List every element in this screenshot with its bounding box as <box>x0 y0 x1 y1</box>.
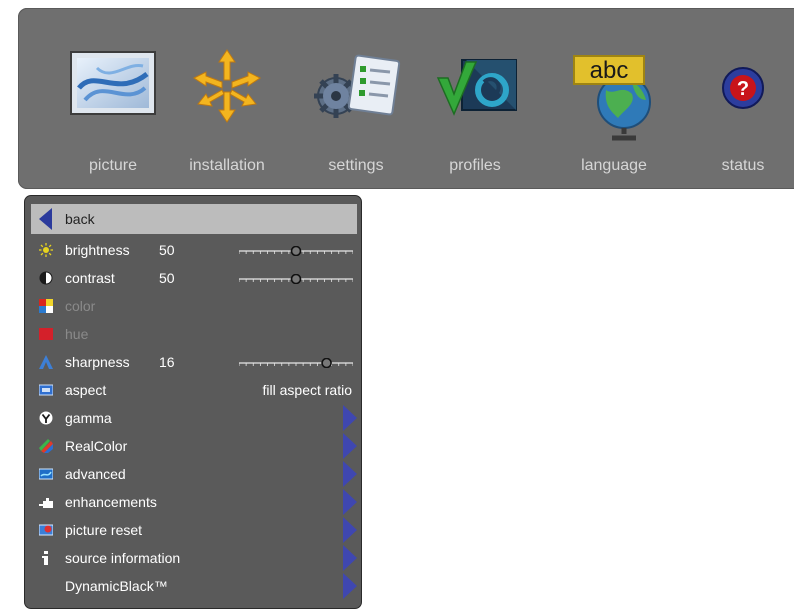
tab-label: status <box>721 157 765 174</box>
aspect-icon <box>39 384 53 396</box>
slider-knob <box>290 246 302 256</box>
status-icon: ? <box>721 66 765 115</box>
aspect-value: fill aspect ratio <box>262 382 352 398</box>
chevron-right-icon <box>343 517 357 543</box>
tab-picture[interactable]: picture <box>58 8 168 189</box>
menu-item-realcolor[interactable]: RealColor <box>31 432 357 460</box>
chevron-right-icon <box>343 545 357 571</box>
menu-item-source-information[interactable]: source information <box>31 544 357 572</box>
settings-icon <box>310 52 402 127</box>
hue-icon <box>39 328 53 340</box>
brightness-value: 50 <box>159 242 175 258</box>
gamma-icon <box>39 411 53 425</box>
sharpness-value: 16 <box>159 354 175 370</box>
sharpness-icon <box>39 355 53 369</box>
menu-item-contrast[interactable]: contrast 50 <box>31 264 357 292</box>
contrast-value: 50 <box>159 270 175 286</box>
language-icon-text: abc <box>590 57 629 84</box>
menu-item-aspect[interactable]: aspect fill aspect ratio <box>31 376 357 404</box>
info-icon <box>42 551 48 565</box>
picture-icon <box>67 48 159 123</box>
slider-knob <box>290 274 302 284</box>
sun-icon <box>39 243 53 257</box>
tab-label: picture <box>88 157 138 174</box>
menu-item-label: picture reset <box>65 522 143 538</box>
tab-label: installation <box>189 157 265 174</box>
menu-item-label: color <box>65 298 96 314</box>
contrast-slider[interactable] <box>239 274 353 284</box>
tab-profiles[interactable]: profiles <box>420 8 530 189</box>
menu-item-sharpness[interactable]: sharpness 16 <box>31 348 357 376</box>
menu-item-label: hue <box>65 326 89 342</box>
menu-item-label: RealColor <box>65 438 128 454</box>
picture-reset-icon <box>39 524 53 536</box>
menu-item-brightness[interactable]: brightness 50 <box>31 236 357 264</box>
color-icon <box>39 299 53 313</box>
menu-item-label: DynamicBlack™ <box>65 578 168 594</box>
language-icon: abc <box>566 52 662 151</box>
top-menu-bar: picture installation settings profiles a… <box>18 8 794 189</box>
menu-item-label: sharpness <box>65 354 130 370</box>
tab-installation[interactable]: installation <box>172 8 282 189</box>
tab-language[interactable]: abc language <box>556 8 672 189</box>
menu-item-label: advanced <box>65 466 126 482</box>
advanced-icon <box>39 468 53 480</box>
profiles-icon <box>432 54 518 125</box>
tab-status[interactable]: ? status <box>688 8 794 189</box>
chevron-right-icon <box>343 433 357 459</box>
menu-item-color: color <box>31 292 357 320</box>
tab-label: profiles <box>449 157 501 174</box>
chevron-right-icon <box>343 489 357 515</box>
picture-menu-panel: back brightness 50 contrast 50 color hue… <box>24 195 362 609</box>
back-label: back <box>65 211 95 227</box>
tab-settings[interactable]: settings <box>301 8 411 189</box>
menu-item-label: enhancements <box>65 494 157 510</box>
installation-icon <box>192 48 262 129</box>
status-icon-text: ? <box>737 78 749 100</box>
sharpness-slider[interactable] <box>239 358 353 368</box>
menu-item-enhancements[interactable]: enhancements <box>31 488 357 516</box>
back-arrow-icon <box>39 208 52 230</box>
menu-item-label: source information <box>65 550 181 566</box>
enhancements-icon <box>39 498 53 508</box>
contrast-icon <box>39 271 53 285</box>
menu-item-advanced[interactable]: advanced <box>31 460 357 488</box>
chevron-right-icon <box>343 405 357 431</box>
menu-item-label: aspect <box>65 382 107 398</box>
menu-item-picture-reset[interactable]: picture reset <box>31 516 357 544</box>
chevron-right-icon <box>343 461 357 487</box>
tab-label: language <box>581 157 647 174</box>
menu-item-label: brightness <box>65 242 130 258</box>
menu-item-label: gamma <box>65 410 112 426</box>
menu-item-hue: hue <box>31 320 357 348</box>
menu-item-gamma[interactable]: gamma <box>31 404 357 432</box>
menu-item-dynamicblack[interactable]: DynamicBlack™ <box>31 572 357 600</box>
tab-label: settings <box>328 157 384 174</box>
back-button[interactable]: back <box>31 204 357 234</box>
chevron-right-icon <box>343 573 357 599</box>
menu-item-label: contrast <box>65 270 115 286</box>
realcolor-icon <box>39 439 53 453</box>
brightness-slider[interactable] <box>239 246 353 256</box>
slider-knob <box>321 358 332 368</box>
